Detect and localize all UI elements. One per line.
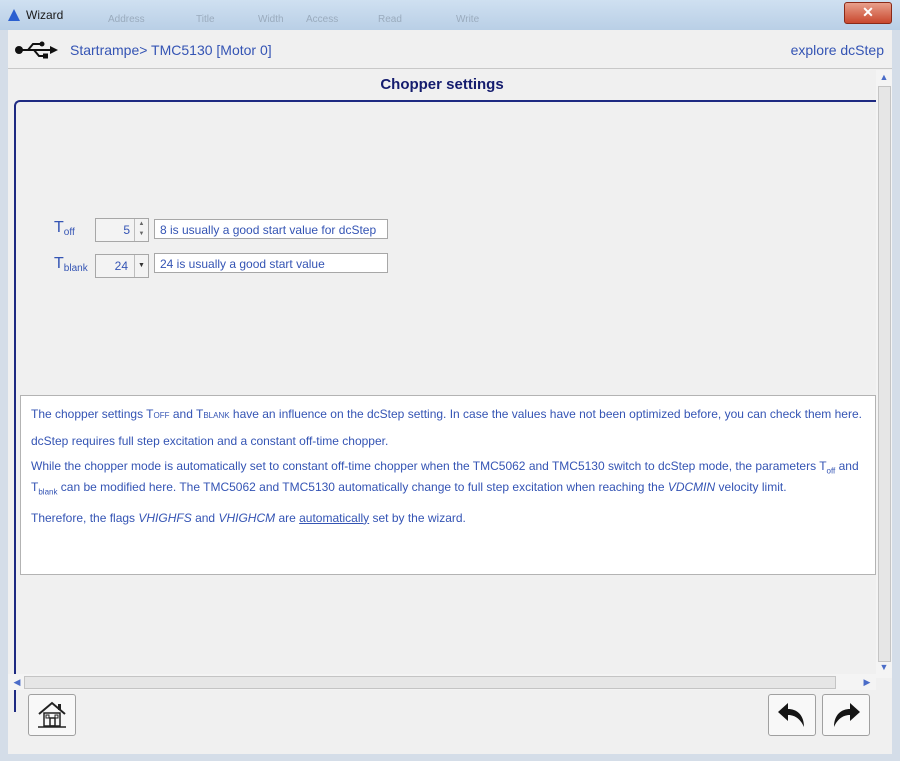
window-close-button[interactable]: ✕ xyxy=(844,2,892,24)
redo-arrow-icon xyxy=(834,703,860,727)
explore-dcstep-link[interactable]: explore dcStep xyxy=(791,42,884,58)
vertical-scrollbar[interactable]: ▲ ▼ xyxy=(876,70,892,678)
home-icon xyxy=(38,701,66,728)
window-title: Wizard xyxy=(26,8,64,22)
info-panel: The chopper settings TOFF and TBLANK hav… xyxy=(20,395,876,575)
scroll-up-icon[interactable]: ▲ xyxy=(876,72,892,86)
ghost-label: Width xyxy=(258,14,284,25)
header: Startrampe> TMC5130 [Motor 0] explore dc… xyxy=(8,30,892,70)
vertical-scroll-thumb[interactable] xyxy=(878,86,891,662)
undo-arrow-icon xyxy=(778,703,804,727)
spin-down-icon[interactable]: ▼ xyxy=(135,229,148,239)
ghost-label: Access xyxy=(306,14,339,25)
info-paragraph: Therefore, the flags VHIGHFS and VHIGHCM… xyxy=(31,510,466,525)
usb-icon xyxy=(15,41,58,59)
ghost-label: Read xyxy=(378,14,402,25)
tblank-label: Tblank xyxy=(54,255,88,274)
tblank-hint: 24 is usually a good start value xyxy=(154,253,388,273)
chevron-down-icon[interactable]: ▼ xyxy=(134,255,148,277)
breadcrumb[interactable]: Startrampe> TMC5130 [Motor 0] xyxy=(70,42,272,58)
page-title: Chopper settings xyxy=(380,76,504,93)
toff-spin-buttons[interactable]: ▲ ▼ xyxy=(134,219,148,241)
app-icon xyxy=(8,9,20,21)
scroll-left-icon[interactable]: ◀ xyxy=(10,674,24,690)
back-button[interactable] xyxy=(768,694,816,736)
info-paragraph: dcStep requires full step excitation and… xyxy=(31,434,389,448)
scroll-right-icon[interactable]: ▶ xyxy=(860,674,874,690)
header-divider xyxy=(8,68,892,69)
info-paragraph: While the chopper mode is automatically … xyxy=(31,459,859,497)
window-titlebar: Wizard Address Title Width Access Read W… xyxy=(0,0,900,30)
tblank-select[interactable]: 24 ▼ xyxy=(95,254,149,278)
ghost-label: Title xyxy=(196,14,215,25)
toff-value: 5 xyxy=(123,223,130,237)
tblank-value: 24 xyxy=(114,259,128,273)
wizard-client: Startrampe> TMC5130 [Motor 0] explore dc… xyxy=(8,30,892,754)
horizontal-scroll-thumb[interactable] xyxy=(24,676,836,689)
ghost-label: Address xyxy=(108,14,145,25)
forward-button[interactable] xyxy=(822,694,870,736)
toff-label: Toff xyxy=(54,219,75,238)
spin-up-icon[interactable]: ▲ xyxy=(135,219,148,229)
horizontal-scrollbar[interactable]: ◀ ▶ xyxy=(8,674,876,690)
toff-spinbox[interactable]: 5 ▲ ▼ xyxy=(95,218,149,242)
automatically-link[interactable]: automatically xyxy=(299,511,369,525)
ghost-label: Write xyxy=(456,14,480,25)
info-paragraph: The chopper settings TOFF and TBLANK hav… xyxy=(31,407,862,421)
scroll-down-icon[interactable]: ▼ xyxy=(876,662,892,676)
toff-hint: 8 is usually a good start value for dcSt… xyxy=(154,219,388,239)
home-button[interactable] xyxy=(28,694,76,736)
